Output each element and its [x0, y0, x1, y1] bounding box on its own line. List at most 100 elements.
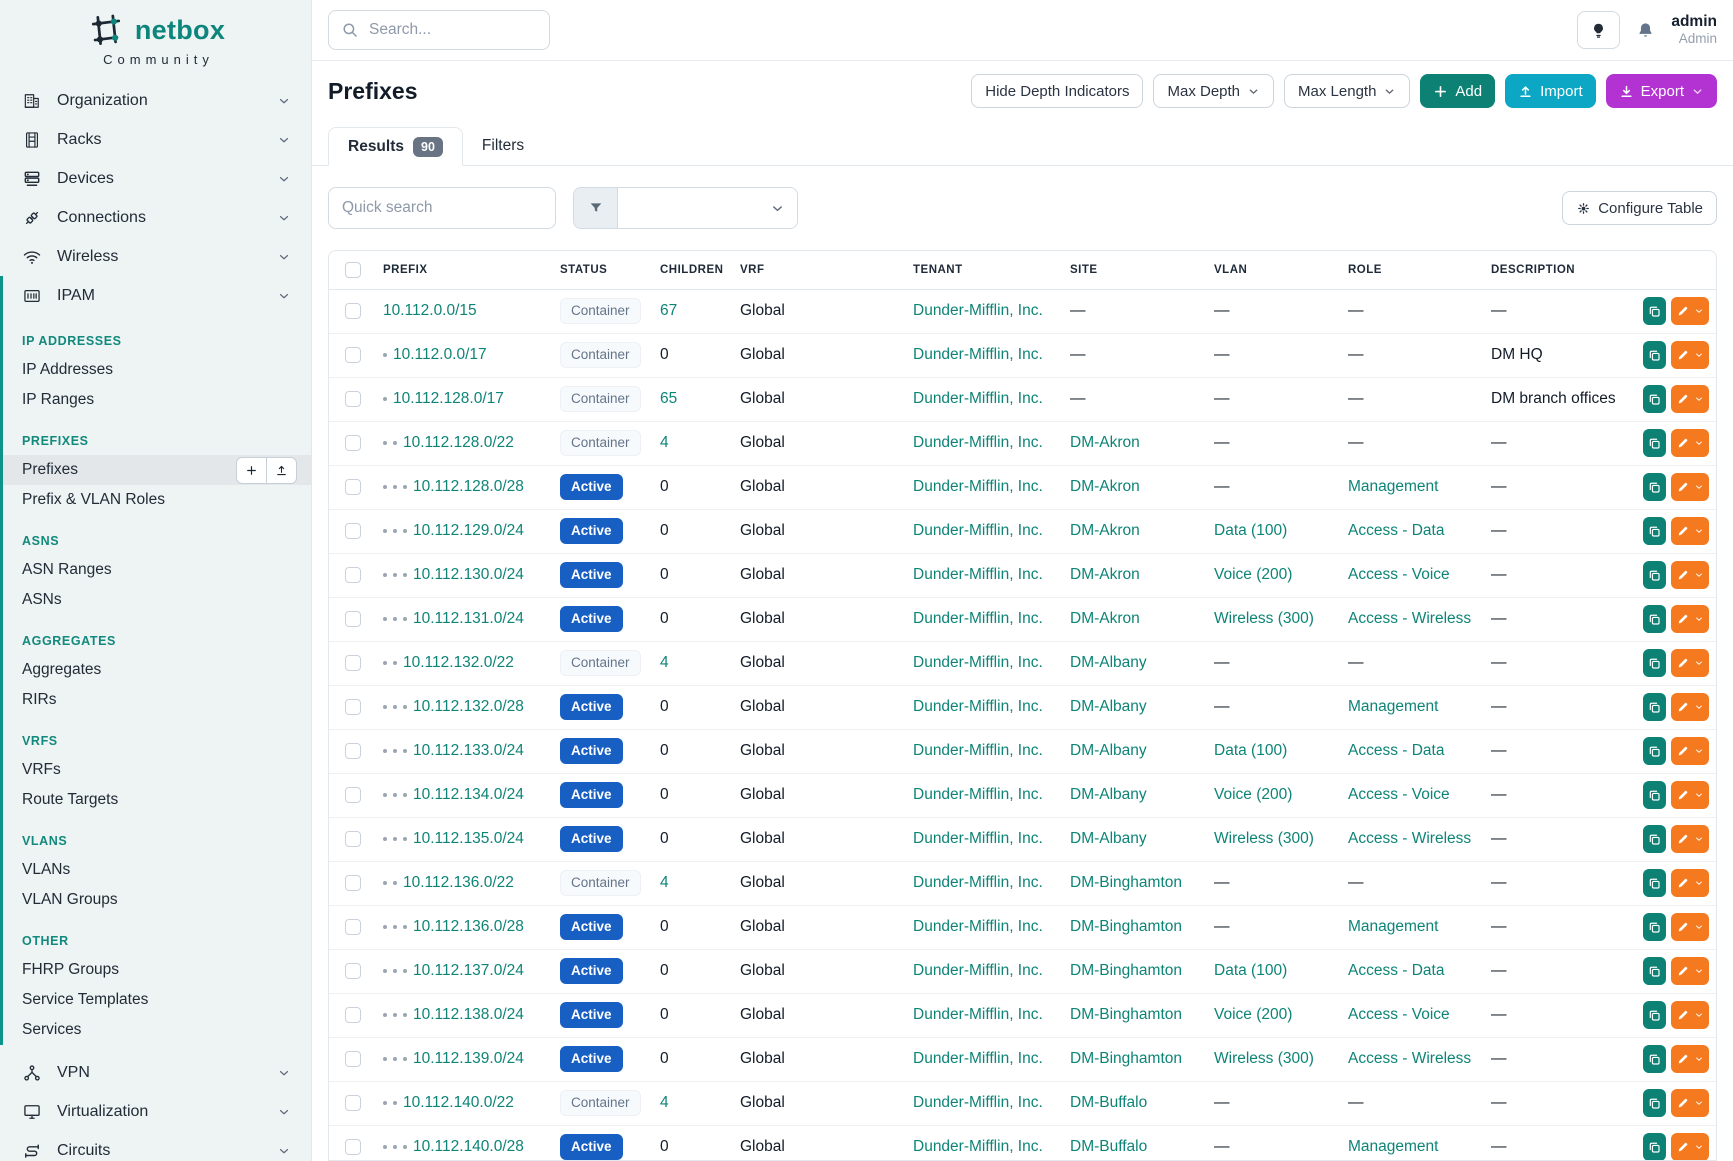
edit-button[interactable]: [1671, 1133, 1709, 1161]
prefix-link[interactable]: 10.112.128.0/28: [413, 478, 524, 495]
quick-search[interactable]: [328, 187, 556, 229]
add-button[interactable]: Add: [1420, 74, 1495, 108]
row-checkbox[interactable]: [345, 303, 361, 319]
row-checkbox[interactable]: [345, 347, 361, 363]
row-checkbox[interactable]: [345, 1007, 361, 1023]
tenant-link[interactable]: Dunder-Mifflin, Inc.: [913, 522, 1043, 539]
sidebar-item-organization[interactable]: Organization: [0, 81, 311, 120]
site-link[interactable]: DM-Akron: [1070, 610, 1140, 627]
filter-funnel-button[interactable]: [574, 188, 618, 228]
max-length-dropdown[interactable]: Max Length: [1284, 74, 1410, 108]
site-link[interactable]: DM-Binghamton: [1070, 874, 1182, 891]
sidebar-item-ip-addresses[interactable]: IP Addresses: [3, 355, 311, 385]
vlan-link[interactable]: Wireless (300): [1214, 610, 1314, 627]
vlan-link[interactable]: Data (100): [1214, 742, 1287, 759]
prefix-link[interactable]: 10.112.0.0/15: [383, 302, 477, 319]
prefix-link[interactable]: 10.112.136.0/28: [413, 918, 524, 935]
prefix-link[interactable]: 10.112.128.0/17: [393, 390, 504, 407]
role-link[interactable]: Access - Data: [1348, 962, 1444, 979]
clone-button[interactable]: [1643, 649, 1666, 677]
quick-import-button[interactable]: [266, 457, 297, 484]
prefix-link[interactable]: 10.112.133.0/24: [413, 742, 524, 759]
sidebar-item-vpn[interactable]: VPN: [0, 1053, 311, 1092]
row-checkbox[interactable]: [345, 787, 361, 803]
edit-button[interactable]: [1671, 1045, 1709, 1073]
row-checkbox[interactable]: [345, 1051, 361, 1067]
site-link[interactable]: DM-Binghamton: [1070, 1050, 1182, 1067]
tenant-link[interactable]: Dunder-Mifflin, Inc.: [913, 1050, 1043, 1067]
edit-button[interactable]: [1671, 429, 1709, 457]
prefix-link[interactable]: 10.112.137.0/24: [413, 962, 524, 979]
edit-button[interactable]: [1671, 517, 1709, 545]
clone-button[interactable]: [1643, 825, 1666, 853]
edit-button[interactable]: [1671, 869, 1709, 897]
sidebar-item-asns[interactable]: ASNs: [3, 585, 311, 615]
children-count-link[interactable]: 65: [660, 390, 677, 407]
role-link[interactable]: Access - Data: [1348, 522, 1444, 539]
children-count-link[interactable]: 4: [660, 1094, 669, 1111]
vlan-link[interactable]: Wireless (300): [1214, 1050, 1314, 1067]
prefix-link[interactable]: 10.112.140.0/22: [403, 1094, 514, 1111]
edit-button[interactable]: [1671, 385, 1709, 413]
clone-button[interactable]: [1643, 341, 1666, 369]
site-link[interactable]: DM-Akron: [1070, 478, 1140, 495]
tenant-link[interactable]: Dunder-Mifflin, Inc.: [913, 390, 1043, 407]
clone-button[interactable]: [1643, 605, 1666, 633]
sidebar-item-service-templates[interactable]: Service Templates: [3, 985, 311, 1015]
tenant-link[interactable]: Dunder-Mifflin, Inc.: [913, 962, 1043, 979]
role-link[interactable]: Management: [1348, 478, 1438, 495]
row-checkbox[interactable]: [345, 743, 361, 759]
sidebar-item-vlan-groups[interactable]: VLAN Groups: [3, 885, 311, 915]
tenant-link[interactable]: Dunder-Mifflin, Inc.: [913, 346, 1043, 363]
prefix-link[interactable]: 10.112.131.0/24: [413, 610, 524, 627]
row-checkbox[interactable]: [345, 567, 361, 583]
tenant-link[interactable]: Dunder-Mifflin, Inc.: [913, 302, 1043, 319]
edit-button[interactable]: [1671, 1001, 1709, 1029]
sidebar-item-vrfs[interactable]: VRFs: [3, 755, 311, 785]
tenant-link[interactable]: Dunder-Mifflin, Inc.: [913, 610, 1043, 627]
sidebar-item-asn-ranges[interactable]: ASN Ranges: [3, 555, 311, 585]
tenant-link[interactable]: Dunder-Mifflin, Inc.: [913, 918, 1043, 935]
prefix-link[interactable]: 10.112.129.0/24: [413, 522, 524, 539]
sidebar-item-circuits[interactable]: Circuits: [0, 1131, 311, 1161]
tenant-link[interactable]: Dunder-Mifflin, Inc.: [913, 698, 1043, 715]
prefix-link[interactable]: 10.112.135.0/24: [413, 830, 524, 847]
role-link[interactable]: Access - Wireless: [1348, 830, 1471, 847]
clone-button[interactable]: [1643, 517, 1666, 545]
max-depth-dropdown[interactable]: Max Depth: [1153, 74, 1274, 108]
edit-button[interactable]: [1671, 561, 1709, 589]
children-count-link[interactable]: 67: [660, 302, 677, 319]
edit-button[interactable]: [1671, 781, 1709, 809]
site-link[interactable]: DM-Albany: [1070, 830, 1147, 847]
sidebar-item-racks[interactable]: Racks: [0, 120, 311, 159]
tab-filters[interactable]: Filters: [463, 126, 543, 165]
site-link[interactable]: DM-Albany: [1070, 742, 1147, 759]
site-link[interactable]: DM-Binghamton: [1070, 1006, 1182, 1023]
tenant-link[interactable]: Dunder-Mifflin, Inc.: [913, 786, 1043, 803]
role-link[interactable]: Access - Voice: [1348, 786, 1450, 803]
role-link[interactable]: Access - Voice: [1348, 1006, 1450, 1023]
edit-button[interactable]: [1671, 957, 1709, 985]
role-link[interactable]: Access - Wireless: [1348, 610, 1471, 627]
site-link[interactable]: DM-Albany: [1070, 786, 1147, 803]
row-checkbox[interactable]: [345, 875, 361, 891]
row-checkbox[interactable]: [345, 963, 361, 979]
sidebar-item-virtualization[interactable]: Virtualization: [0, 1092, 311, 1131]
prefix-link[interactable]: 10.112.134.0/24: [413, 786, 524, 803]
sidebar-item-prefix-vlan-roles[interactable]: Prefix & VLAN Roles: [3, 485, 311, 515]
sidebar-item-devices[interactable]: Devices: [0, 159, 311, 198]
tenant-link[interactable]: Dunder-Mifflin, Inc.: [913, 830, 1043, 847]
edit-button[interactable]: [1671, 649, 1709, 677]
prefix-link[interactable]: 10.112.140.0/28: [413, 1138, 524, 1155]
tenant-link[interactable]: Dunder-Mifflin, Inc.: [913, 434, 1043, 451]
site-link[interactable]: DM-Buffalo: [1070, 1138, 1147, 1155]
global-search[interactable]: [328, 10, 550, 50]
site-link[interactable]: DM-Binghamton: [1070, 918, 1182, 935]
vlan-link[interactable]: Data (100): [1214, 522, 1287, 539]
role-link[interactable]: Management: [1348, 918, 1438, 935]
tenant-link[interactable]: Dunder-Mifflin, Inc.: [913, 874, 1043, 891]
user-menu[interactable]: admin Admin: [1671, 13, 1717, 48]
role-link[interactable]: Access - Voice: [1348, 566, 1450, 583]
clone-button[interactable]: [1643, 429, 1666, 457]
tenant-link[interactable]: Dunder-Mifflin, Inc.: [913, 566, 1043, 583]
